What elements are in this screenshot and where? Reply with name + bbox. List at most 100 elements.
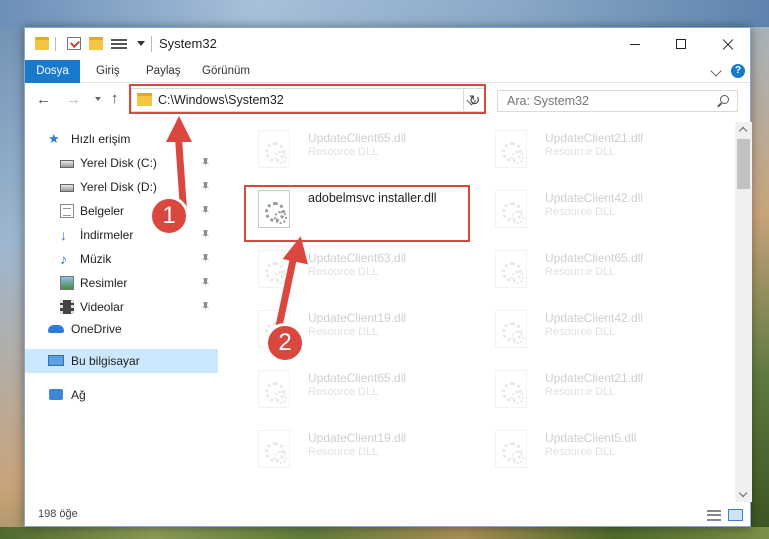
file-tile[interactable]: UpdateClient5.dll Resource DLL — [481, 426, 711, 474]
file-name: UpdateClient5.dll — [545, 431, 637, 445]
maximize-button[interactable] — [658, 28, 704, 60]
network-icon — [49, 389, 63, 400]
file-type: Resource DLL — [545, 266, 616, 278]
drive-icon — [60, 160, 74, 168]
tiles-view-icon[interactable] — [728, 509, 743, 521]
details-view-icon[interactable] — [707, 510, 721, 521]
nav-label: Müzik — [80, 252, 112, 266]
close-button[interactable] — [704, 28, 750, 60]
file-tile[interactable]: UpdateClient65.dll Resource DLL — [244, 366, 474, 414]
quick-access-separator — [55, 37, 56, 51]
file-tile[interactable]: UpdateClient19.dll Resource DLL — [244, 426, 474, 474]
pin-icon[interactable] — [202, 254, 209, 263]
pin-icon[interactable] — [202, 230, 209, 239]
dll-file-icon — [258, 430, 290, 468]
recent-locations-dropdown-icon[interactable] — [95, 97, 101, 101]
file-type: Resource DLL — [308, 326, 379, 338]
nav-this-pc[interactable]: Bu bilgisayar — [25, 349, 218, 373]
file-list: UpdateClient65.dll Resource DLL adobelms… — [230, 122, 735, 502]
file-name: UpdateClient21.dll — [545, 131, 644, 145]
tab-home[interactable]: Giriş — [96, 60, 120, 83]
file-type: Resource DLL — [545, 326, 616, 338]
file-name: UpdateClient42.dll — [545, 311, 644, 325]
pin-icon[interactable] — [202, 158, 209, 167]
dll-file-icon — [258, 130, 290, 168]
properties-icon[interactable] — [67, 37, 81, 50]
file-name: UpdateClient65.dll — [308, 371, 407, 385]
file-name: UpdateClient65.dll — [545, 251, 644, 265]
file-type: Resource DLL — [545, 386, 616, 398]
file-type: Resource DLL — [545, 206, 616, 218]
status-bar: 198 öğe — [25, 504, 750, 527]
tab-share[interactable]: Paylaş — [146, 60, 181, 83]
file-tile[interactable]: UpdateClient21.dll Resource DLL — [481, 366, 711, 414]
file-type: Resource DLL — [545, 146, 616, 158]
file-tile[interactable]: UpdateClient42.dll Resource DLL — [481, 306, 711, 354]
minimize-button[interactable] — [612, 28, 658, 60]
dll-file-icon — [495, 370, 527, 408]
nav-label: Yerel Disk (D:) — [80, 180, 157, 194]
nav-item-pictures[interactable]: Resimler — [25, 271, 218, 295]
file-tile[interactable]: UpdateClient42.dll Resource DLL — [481, 186, 711, 234]
pin-icon[interactable] — [202, 302, 209, 311]
nav-item-local-disk-d[interactable]: Yerel Disk (D:) — [25, 175, 218, 199]
up-arrow-icon[interactable]: ↑ — [111, 90, 119, 107]
file-name: UpdateClient19.dll — [308, 431, 407, 445]
scroll-up-icon[interactable] — [738, 126, 748, 136]
dll-file-icon — [495, 190, 527, 228]
file-type: Resource DLL — [545, 446, 616, 458]
title-separator — [151, 36, 152, 52]
documents-icon — [60, 204, 74, 218]
file-tile[interactable]: UpdateClient63.dll Resource DLL — [244, 246, 474, 294]
nav-onedrive[interactable]: OneDrive — [25, 317, 218, 341]
nav-item-videos[interactable]: Videolar — [25, 295, 218, 319]
nav-label: Bu bilgisayar — [71, 354, 140, 368]
file-type: Resource DLL — [308, 146, 379, 158]
pin-icon[interactable] — [202, 278, 209, 287]
search-input[interactable]: Ara: System32 — [497, 90, 738, 112]
pin-icon[interactable] — [202, 206, 209, 215]
desktop-wallpaper-bottom — [0, 527, 769, 539]
nav-item-documents[interactable]: Belgeler — [25, 199, 218, 223]
video-icon — [60, 300, 74, 314]
arrow-2-head — [282, 233, 314, 265]
tab-view[interactable]: Görünüm — [202, 60, 250, 83]
star-icon: ★ — [48, 131, 60, 146]
file-tile[interactable]: UpdateClient65.dll Resource DLL — [481, 246, 711, 294]
dll-file-icon — [495, 310, 527, 348]
nav-label: Belgeler — [80, 204, 125, 218]
nav-item-music[interactable]: ♪ Müzik — [25, 247, 218, 271]
file-type: Resource DLL — [308, 446, 379, 458]
scroll-thumb[interactable] — [737, 139, 750, 189]
address-highlight-box — [129, 84, 486, 114]
nav-label: Hızlı erişim — [71, 132, 131, 146]
tab-file[interactable]: Dosya — [25, 60, 80, 83]
download-icon: ↓ — [60, 227, 67, 243]
scroll-down-icon[interactable] — [738, 488, 748, 498]
forward-arrow-icon[interactable]: → — [66, 92, 81, 107]
nav-item-downloads[interactable]: ↓ İndirmeler — [25, 223, 218, 247]
file-name: UpdateClient42.dll — [545, 191, 644, 205]
nav-label: İndirmeler — [80, 228, 134, 242]
file-tile[interactable]: UpdateClient65.dll Resource DLL — [244, 126, 474, 174]
file-name: UpdateClient19.dll — [308, 311, 407, 325]
step-1-badge: 1 — [149, 196, 189, 236]
file-highlight-box — [244, 185, 470, 242]
new-folder-icon[interactable] — [89, 37, 103, 50]
help-icon[interactable]: ? — [731, 64, 745, 78]
file-tile[interactable]: UpdateClient21.dll Resource DLL — [481, 126, 711, 174]
nav-label: Resimler — [80, 276, 128, 290]
list-view-icon[interactable] — [111, 37, 127, 50]
vertical-scrollbar[interactable] — [735, 122, 752, 502]
dll-file-icon — [495, 250, 527, 288]
window-title: System32 — [159, 36, 217, 51]
back-arrow-icon[interactable]: ← — [36, 92, 51, 107]
quick-access-dropdown-icon[interactable] — [137, 41, 145, 46]
nav-item-local-disk-c[interactable]: Yerel Disk (C:) — [25, 151, 218, 175]
drive-icon — [60, 184, 74, 192]
nav-network[interactable]: Ağ — [25, 383, 218, 407]
nav-label: Yerel Disk (C:) — [80, 156, 157, 170]
file-type: Resource DLL — [308, 266, 379, 278]
ribbon-expand-icon[interactable] — [710, 65, 722, 77]
pin-icon[interactable] — [202, 182, 209, 191]
